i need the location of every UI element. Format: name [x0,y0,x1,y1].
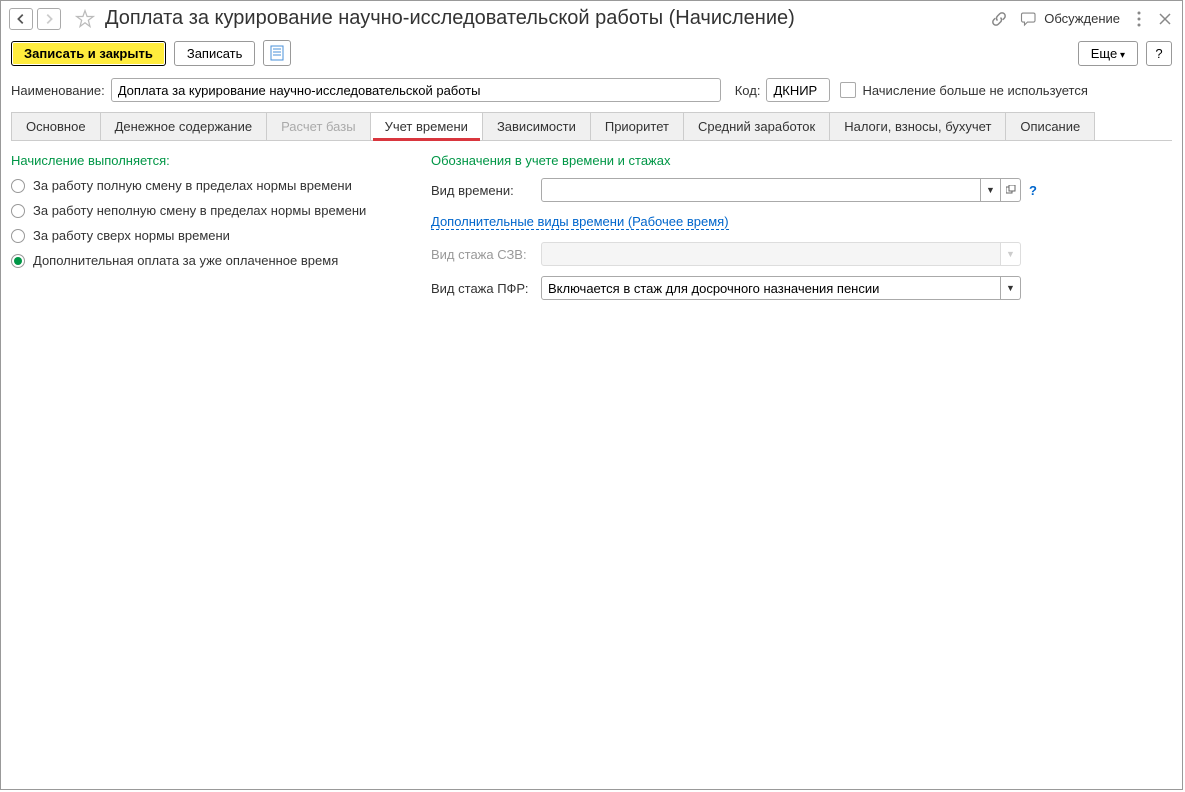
close-icon[interactable] [1158,12,1172,26]
tab-taxes[interactable]: Налоги, взносы, бухучет [829,112,1006,140]
time-type-open-icon[interactable] [1001,178,1021,202]
code-label: Код: [735,83,761,98]
pfr-label: Вид стажа ПФР: [431,281,541,296]
time-type-input[interactable] [541,178,981,202]
time-type-label: Вид времени: [431,183,541,198]
tab-deps[interactable]: Зависимости [482,112,591,140]
code-input[interactable] [766,78,830,102]
name-label: Наименование: [11,83,105,98]
save-close-button[interactable]: Записать и закрыть [11,41,166,66]
radio-icon [11,254,25,268]
favorite-star-icon[interactable] [75,9,95,29]
link-icon[interactable] [990,10,1008,28]
tab-time[interactable]: Учет времени [370,112,483,140]
radio-additional-pay[interactable]: Дополнительная оплата за уже оплаченное … [11,253,401,268]
discussion-label: Обсуждение [1044,11,1120,26]
additional-time-link[interactable]: Дополнительные виды времени (Рабочее вре… [431,214,729,230]
tab-priority[interactable]: Приоритет [590,112,684,140]
szv-label: Вид стажа СЗВ: [431,247,541,262]
not-used-checkbox[interactable] [840,82,856,98]
left-section-title: Начисление выполняется: [11,153,401,168]
radio-full-shift[interactable]: За работу полную смену в пределах нормы … [11,178,401,193]
time-type-help-icon[interactable]: ? [1029,183,1037,198]
radio-icon [11,179,25,193]
window-title: Доплата за курирование научно-исследоват… [105,7,986,30]
more-button[interactable]: Еще [1078,41,1138,66]
name-input[interactable] [111,78,721,102]
tab-desc[interactable]: Описание [1005,112,1095,140]
szv-input [541,242,1001,266]
radio-label: Дополнительная оплата за уже оплаченное … [33,253,338,268]
radio-part-shift[interactable]: За работу неполную смену в пределах норм… [11,203,401,218]
not-used-label: Начисление больше не используется [862,83,1087,98]
radio-label: За работу неполную смену в пределах норм… [33,203,366,218]
tab-main[interactable]: Основное [11,112,101,140]
nav-back-button[interactable] [9,8,33,30]
tab-money[interactable]: Денежное содержание [100,112,267,140]
radio-icon [11,204,25,218]
tab-base: Расчет базы [266,112,371,140]
pfr-input[interactable] [541,276,1001,300]
tab-avg[interactable]: Средний заработок [683,112,830,140]
save-button[interactable]: Записать [174,41,256,66]
time-type-dropdown-icon[interactable]: ▼ [981,178,1001,202]
kebab-menu-icon[interactable] [1132,10,1146,28]
tabs-bar: Основное Денежное содержание Расчет базы… [11,112,1172,141]
discussion-button[interactable]: Обсуждение [1020,10,1120,28]
right-section-title: Обозначения в учете времени и стажах [431,153,1172,168]
radio-label: За работу сверх нормы времени [33,228,230,243]
radio-label: За работу полную смену в пределах нормы … [33,178,352,193]
nav-forward-button[interactable] [37,8,61,30]
report-icon-button[interactable] [263,40,291,66]
help-button[interactable]: ? [1146,41,1172,66]
szv-dropdown-icon: ▼ [1001,242,1021,266]
pfr-dropdown-icon[interactable]: ▼ [1001,276,1021,300]
radio-icon [11,229,25,243]
radio-overtime[interactable]: За работу сверх нормы времени [11,228,401,243]
